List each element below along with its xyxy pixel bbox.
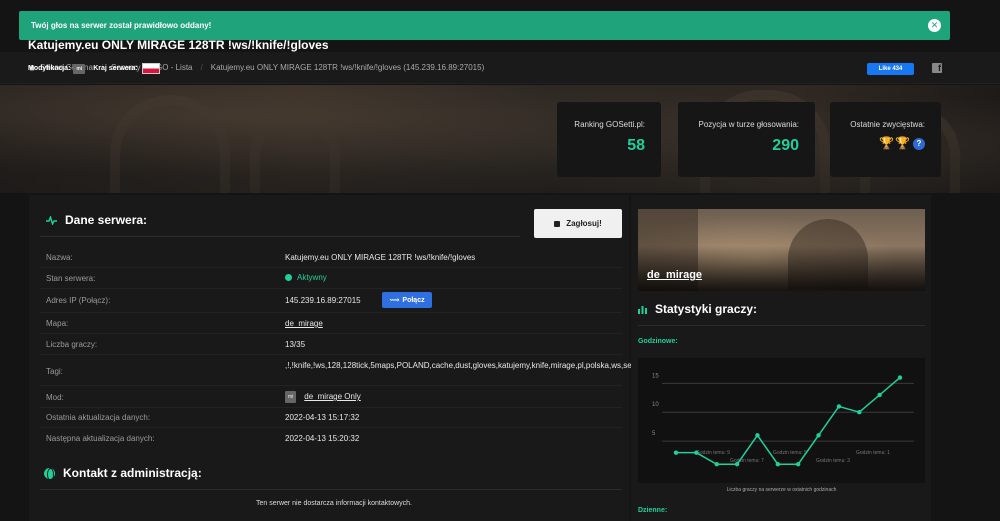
detail-value-players: 13/35 xyxy=(285,340,306,349)
chart-tooltip-label: Godzin temu: 1 xyxy=(856,450,890,456)
details-title: Dane serwera: xyxy=(65,213,148,227)
detail-value-next-update: 2022-04-13 15:20:32 xyxy=(285,434,360,443)
globe-icon xyxy=(44,467,55,481)
server-meta: Modyfikacja: mi Kraj serwera: xyxy=(28,63,160,74)
mod-icon: mi xyxy=(285,391,297,403)
toast-message: Twój głos na serwer został prawidłowo od… xyxy=(31,21,212,30)
ranking-value: 58 xyxy=(627,137,645,154)
detail-label: Ostatnia aktualizacja danych: xyxy=(46,413,151,422)
chart-caption: Liczba graczy na serwerze w ostatnich go… xyxy=(726,487,837,493)
details-heading: Dane serwera: xyxy=(46,213,147,227)
detail-value-status: Aktywny xyxy=(285,273,327,282)
connect-button[interactable]: ⟿ Połącz xyxy=(382,292,432,308)
hourly-label: Godzinowe: xyxy=(638,338,678,345)
detail-value-map[interactable]: de_mirage xyxy=(285,319,323,328)
detail-value-mod: mi de_mirage Only xyxy=(285,391,361,403)
country-label: Kraj serwera: xyxy=(93,65,138,72)
position-label: Pozycja w turze głosowania: xyxy=(698,120,800,129)
pulse-icon xyxy=(46,215,57,225)
detail-label: Tagi: xyxy=(46,367,63,376)
data-point xyxy=(795,462,801,467)
detail-value-tags: ,!,!knife,!ws,128,128tick,5maps,POLAND,c… xyxy=(285,361,648,370)
chart-tooltip-label: Godzin temu: 5 xyxy=(773,450,807,456)
data-point xyxy=(857,410,862,415)
breadcrumb-current: Katujemy.eu ONLY MIRAGE 128TR !ws/!knife… xyxy=(210,63,485,72)
thumbs-up-icon xyxy=(554,220,561,227)
contact-text: Ten serwer nie dostarcza informacji kont… xyxy=(255,500,412,507)
detail-value-last-update: 2022-04-13 15:17:32 xyxy=(285,413,360,422)
wins-label: Ostatnie zwycięstwa: xyxy=(850,120,925,129)
contact-title: Kontakt z administracją: xyxy=(63,466,202,480)
close-icon[interactable]: ✕ xyxy=(928,19,941,32)
data-point xyxy=(877,392,882,398)
mod-label: Modyfikacja: xyxy=(28,65,71,72)
trophy-icon: 🏆 xyxy=(879,136,895,150)
position-card: Pozycja w turze głosowania: 290 xyxy=(678,102,815,177)
server-title: Katujemy.eu ONLY MIRAGE 128TR !ws/!knife… xyxy=(28,38,329,52)
facebook-like-button[interactable]: Like 434 xyxy=(867,63,914,75)
detail-value-name: Katujemy.eu ONLY MIRAGE 128TR !ws/!knife… xyxy=(285,253,476,262)
hourly-line-chart: 51015Godzin temu: 9 Godzin temu: 5 Godzin … xyxy=(652,373,914,467)
status-check-icon xyxy=(285,274,292,281)
hourly-chart: 5 10 15 Godzin temu: 9 Godzin temu: 5 Godzin … xyxy=(638,358,925,483)
detail-label: Nazwa: xyxy=(46,253,73,262)
ranking-label: Ranking GOSetti.pl: xyxy=(574,120,645,129)
data-point xyxy=(734,462,740,467)
vote-button[interactable]: Zagłosuj! xyxy=(534,209,622,238)
breadcrumb-separator: / xyxy=(200,63,203,72)
y-tick-label: 15 xyxy=(652,373,659,379)
bar-chart-icon xyxy=(638,305,647,314)
help-icon[interactable]: ? xyxy=(913,137,925,150)
data-point xyxy=(673,450,679,455)
daily-label: Dzienne: xyxy=(638,507,668,514)
ranking-card: Ranking GOSetti.pl: 58 xyxy=(557,102,661,177)
detail-label: Adres IP (Połącz): xyxy=(46,296,111,305)
contact-heading: Kontakt z administracją: xyxy=(44,466,202,481)
data-point xyxy=(714,462,719,467)
connect-button-label: Połącz xyxy=(402,296,425,304)
poland-flag-icon xyxy=(141,63,160,74)
facebook-icon[interactable]: f xyxy=(932,63,942,73)
chart-tooltip-label: Godzin temu: 3 xyxy=(816,458,850,464)
detail-label: Stan serwera: xyxy=(46,274,96,283)
wins-trophies: 🏆 🏆 ? xyxy=(879,137,925,150)
trophy-icon: 🏆 xyxy=(895,136,910,150)
vote-button-label: Zagłosuj! xyxy=(566,219,602,228)
status-text: Aktywny xyxy=(297,273,327,282)
y-tick-label: 10 xyxy=(652,402,659,408)
map-name-link[interactable]: de_mirage xyxy=(647,269,702,281)
data-point xyxy=(775,462,781,467)
data-point xyxy=(836,404,842,409)
chart-tooltip-label: Godzin temu: 7 xyxy=(730,458,764,464)
detail-label: Mod: xyxy=(46,393,64,402)
success-toast: Twój głos na serwer został prawidłowo od… xyxy=(19,11,950,40)
player-stats-title: Statystyki graczy: xyxy=(655,302,758,316)
wins-card: Ostatnie zwycięstwa: 🏆 🏆 ? xyxy=(830,102,941,177)
steam-icon: ⟿ xyxy=(389,297,400,304)
detail-label: Liczba graczy: xyxy=(46,340,98,349)
data-point xyxy=(694,450,699,455)
y-tick-label: 5 xyxy=(652,431,656,437)
player-stats-heading: Statystyki graczy: xyxy=(638,302,757,316)
data-point xyxy=(897,375,903,380)
detail-value-ip[interactable]: 145.239.16.89:27015 xyxy=(285,296,361,305)
detail-label: Następna aktualizacja danych: xyxy=(46,434,155,443)
data-point xyxy=(755,433,760,438)
detail-label: Mapa: xyxy=(46,319,69,328)
mod-badge: mi xyxy=(73,63,86,74)
position-value: 290 xyxy=(772,137,799,154)
data-point xyxy=(816,433,821,438)
mod-link[interactable]: de_mirage Only xyxy=(304,392,360,401)
